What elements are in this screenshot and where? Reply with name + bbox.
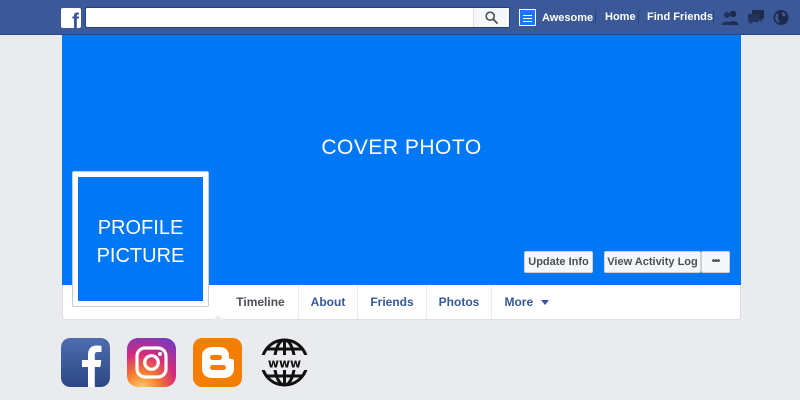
- tab-friends[interactable]: Friends: [357, 285, 426, 319]
- tab-more[interactable]: More: [491, 285, 561, 319]
- user-name: Awesome: [542, 11, 594, 24]
- blogger-icon[interactable]: [193, 338, 242, 387]
- update-info-button[interactable]: Update Info: [524, 251, 593, 273]
- top-navigation-bar: f Awesome Home Find Friends: [0, 0, 800, 35]
- user-avatar: [519, 9, 536, 26]
- profile-shortcut[interactable]: Awesome: [519, 9, 593, 26]
- profile-picture: PROFILE PICTURE: [78, 177, 203, 301]
- tab-about[interactable]: About: [298, 285, 357, 319]
- svg-text:www: www: [268, 357, 301, 371]
- search-box: [85, 7, 510, 28]
- nav-divider: [638, 10, 639, 25]
- profile-picture-label: PROFILE PICTURE: [96, 217, 185, 267]
- friend-requests-icon[interactable]: [721, 9, 739, 26]
- find-friends-link[interactable]: Find Friends: [647, 11, 713, 23]
- messages-icon[interactable]: [747, 9, 765, 26]
- search-button[interactable]: [473, 8, 509, 27]
- tab-photos[interactable]: Photos: [426, 285, 491, 319]
- facebook-logo-icon[interactable]: f: [61, 8, 81, 28]
- www-globe-icon[interactable]: www: [260, 338, 309, 387]
- instagram-icon[interactable]: [127, 338, 176, 387]
- tab-timeline[interactable]: Timeline: [223, 285, 298, 319]
- search-input[interactable]: [86, 8, 476, 27]
- notifications-globe-icon[interactable]: [772, 9, 790, 26]
- home-link[interactable]: Home: [605, 11, 636, 23]
- more-options-button[interactable]: •••: [701, 251, 730, 273]
- facebook-icon[interactable]: [61, 338, 110, 387]
- nav-divider: [713, 10, 714, 25]
- search-icon: [485, 11, 498, 24]
- caret-down-icon: [540, 300, 549, 306]
- tab-more-label: More: [504, 295, 534, 309]
- active-tab-indicator: [212, 315, 224, 321]
- cover-photo-label: COVER PHOTO: [321, 136, 482, 159]
- view-activity-log-button[interactable]: View Activity Log: [604, 251, 701, 273]
- profile-picture-frame[interactable]: PROFILE PICTURE: [72, 171, 209, 307]
- nav-divider: [595, 10, 596, 25]
